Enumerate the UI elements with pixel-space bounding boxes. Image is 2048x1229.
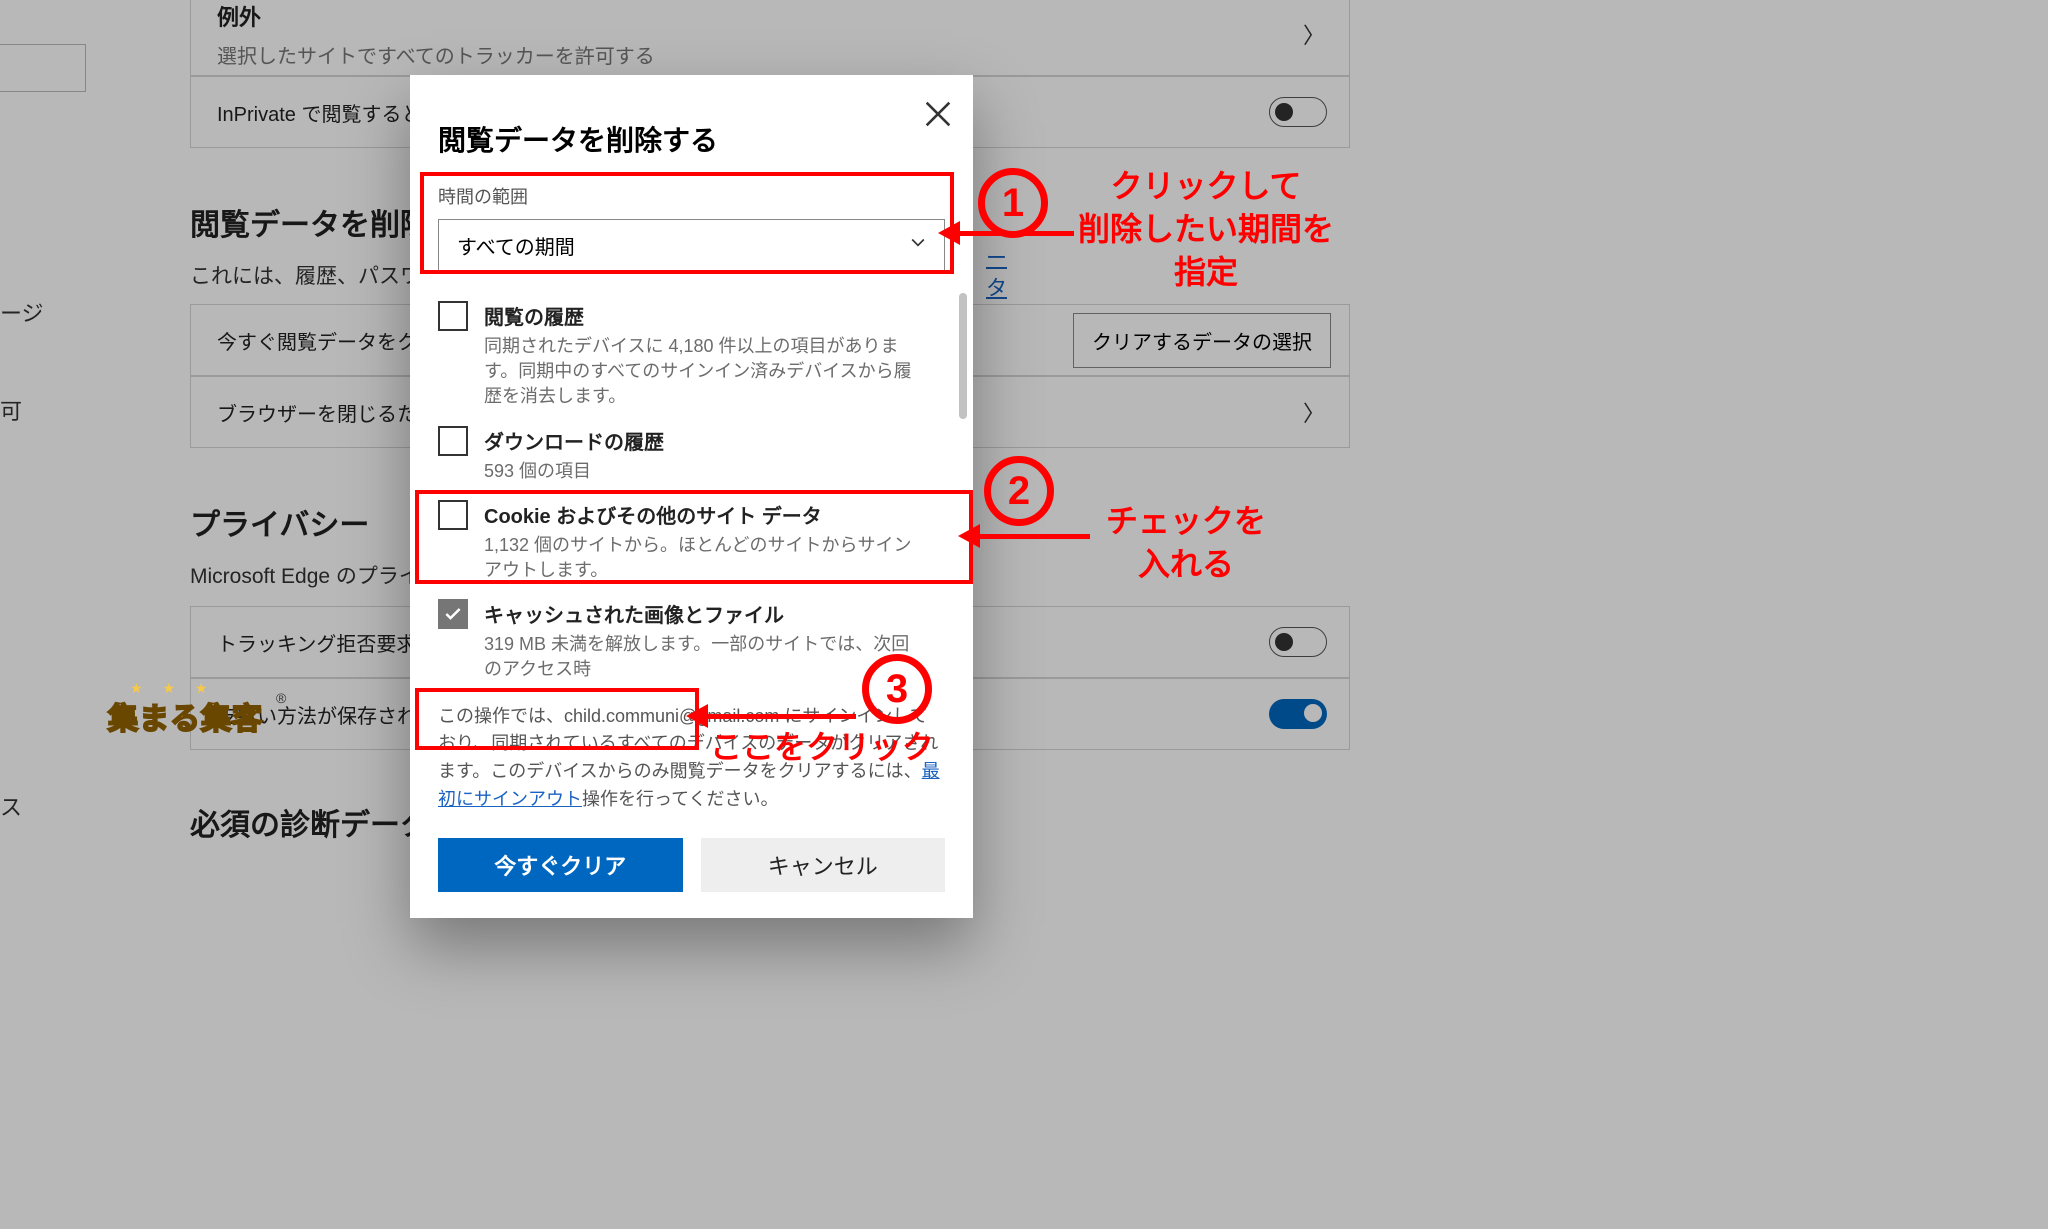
left-frag: ージ	[0, 296, 44, 328]
annotation-arrow-3	[706, 714, 856, 719]
item-desc: 319 MB 未満を解放します。一部のサイトでは、次回のアクセス時	[484, 632, 913, 682]
item-desc: 同期されたデバイスに 4,180 件以上の項目があります。同期中のすべてのサイン…	[484, 334, 913, 410]
annotation-arrow-2	[978, 534, 1090, 539]
chevron-right-icon: 〉	[1303, 396, 1325, 428]
chevron-right-icon: 〉	[1303, 18, 1325, 50]
left-frag: 可	[0, 394, 22, 426]
clear-now-label: 今すぐ閲覧データをク	[217, 326, 417, 355]
diag-title: 必須の診断データ	[190, 800, 430, 844]
watermark-logo: 集まる集客	[108, 694, 263, 738]
exceptions-title: 例外	[217, 0, 261, 32]
annotation-number-1: 1	[978, 168, 1048, 238]
close-icon[interactable]	[921, 97, 955, 131]
dialog-title: 閲覧データを削除する	[410, 75, 973, 165]
arrow-head-icon	[958, 524, 980, 548]
time-range-select[interactable]: すべての期間	[438, 219, 945, 271]
annotation-number-2: 2	[984, 456, 1054, 526]
item-desc: 1,132 個のサイトから。ほとんどのサイトからサインアウトします。	[484, 533, 913, 583]
toggle-payment[interactable]	[1269, 699, 1327, 729]
privacy-sub: Microsoft Edge のプライ	[190, 560, 420, 590]
time-range-label: 時間の範囲	[410, 165, 973, 213]
exceptions-row[interactable]: 例外 選択したサイトですべてのトラッカーを許可する 〉	[190, 0, 1350, 76]
watermark-registered-icon: ®	[276, 690, 286, 706]
toggle-inprivate[interactable]	[1269, 97, 1327, 127]
arrow-head-icon	[686, 704, 708, 728]
annotation-number-3: 3	[862, 654, 932, 724]
left-stub-box	[0, 44, 86, 92]
annotation-text-3: ここをクリック	[710, 726, 934, 769]
toggle-dnt[interactable]	[1269, 627, 1327, 657]
clear-browsing-data-dialog: 閲覧データを削除する 時間の範囲 すべての期間 閲覧の履歴 同期されたデバイスに…	[410, 75, 973, 918]
checkbox-cached-images[interactable]	[438, 599, 468, 629]
clear-now-button[interactable]: 今すぐクリア	[438, 838, 683, 892]
dnt-label: トラッキング拒否要求を	[217, 628, 436, 657]
scrollbar-thumb[interactable]	[959, 293, 967, 419]
item-desc: 593 個の項目	[484, 459, 664, 484]
item-cookies[interactable]: Cookie およびその他のサイト データ 1,132 個のサイトから。ほとんど…	[438, 492, 963, 591]
time-range-value: すべての期間	[457, 231, 575, 260]
arrow-head-icon	[938, 221, 960, 245]
item-title: Cookie およびその他のサイト データ	[484, 500, 913, 529]
checkbox-browsing-history[interactable]	[438, 301, 468, 331]
left-frag: ス	[0, 790, 22, 822]
checkbox-download-history[interactable]	[438, 426, 468, 456]
item-title: ダウンロードの履歴	[484, 426, 664, 455]
annotation-text-2: チェックを入れる	[1106, 500, 1266, 586]
checkbox-cookies[interactable]	[438, 500, 468, 530]
inprivate-label: InPrivate で閲覧すると	[217, 98, 421, 127]
item-title: 閲覧の履歴	[484, 301, 913, 330]
cancel-button[interactable]: キャンセル	[701, 838, 946, 892]
item-title: キャッシュされた画像とファイル	[484, 599, 913, 628]
data-type-list: 閲覧の履歴 同期されたデバイスに 4,180 件以上の項目があります。同期中のす…	[438, 293, 963, 691]
choose-clear-data-button[interactable]: クリアするデータの選択	[1073, 313, 1331, 368]
exceptions-sub: 選択したサイトですべてのトラッカーを許可する	[217, 40, 655, 69]
item-browsing-history[interactable]: 閲覧の履歴 同期されたデバイスに 4,180 件以上の項目があります。同期中のす…	[438, 293, 963, 418]
annotation-text-1: クリックして削除したい期間を指定	[1078, 165, 1334, 295]
chevron-down-icon	[908, 232, 928, 258]
privacy-title: プライバシー	[190, 500, 420, 544]
item-download-history[interactable]: ダウンロードの履歴 593 個の項目	[438, 418, 963, 492]
